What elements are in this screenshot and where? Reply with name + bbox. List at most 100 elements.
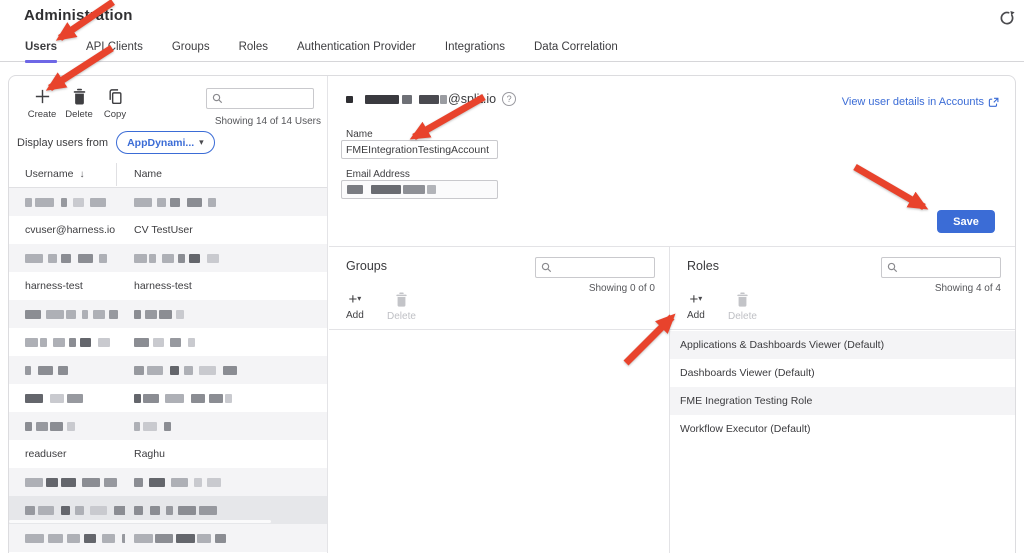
roles-add-button[interactable]: +▾ Add [687, 292, 705, 321]
groups-search[interactable] [535, 257, 655, 278]
view-accounts-link[interactable]: View user details in Accounts [842, 96, 999, 108]
tab-data-correlation[interactable]: Data Correlation [534, 41, 618, 61]
trash-icon [70, 87, 89, 106]
redaction-block [25, 254, 43, 263]
redaction-block [25, 534, 44, 543]
redaction-block [78, 254, 93, 263]
name-cell [134, 384, 319, 412]
delete-user-button[interactable]: Delete [61, 87, 97, 120]
roles-search-input[interactable] [899, 262, 979, 273]
groups-section: Groups Showing 0 of 0 +▾ Add Delet [329, 247, 670, 553]
redaction-block [143, 394, 159, 403]
tab-authentication-provider[interactable]: Authentication Provider [297, 41, 416, 61]
redaction-block [371, 185, 401, 194]
name-input[interactable] [341, 140, 498, 159]
redaction-block [46, 478, 58, 487]
redaction-block [194, 478, 202, 487]
role-list-item[interactable]: Dashboards Viewer (Default) [670, 359, 1015, 387]
redaction-block [122, 534, 125, 543]
save-button[interactable]: Save [937, 210, 995, 233]
redaction-block [75, 506, 84, 515]
users-search[interactable] [206, 88, 314, 109]
horizontal-scrollbar[interactable] [9, 520, 271, 523]
groups-add-button[interactable]: +▾ Add [346, 292, 364, 321]
help-icon[interactable]: ? [502, 92, 516, 106]
users-search-input[interactable] [224, 93, 304, 104]
chevron-down-icon: ▾ [698, 294, 702, 303]
roles-section: Roles Showing 4 of 4 +▾ Add Delete [670, 247, 1015, 553]
search-icon [886, 261, 899, 274]
redaction-block [69, 338, 76, 347]
table-row[interactable] [9, 244, 327, 272]
groups-search-input[interactable] [553, 262, 633, 273]
refresh-icon[interactable] [997, 8, 1017, 28]
users-list: cvuser@harness.ioCV TestUser harness-test… [9, 188, 327, 553]
table-row[interactable]: readuserRaghu [9, 440, 327, 468]
tab-integrations[interactable]: Integrations [445, 41, 505, 61]
column-name[interactable]: Name [134, 161, 162, 187]
table-row[interactable] [9, 412, 327, 440]
table-row[interactable] [9, 188, 327, 216]
table-row[interactable] [9, 468, 327, 496]
redaction-block [153, 338, 164, 347]
redaction-block [134, 506, 143, 515]
redaction-block [67, 394, 83, 403]
redaction-block [48, 534, 63, 543]
email-label: Email Address [346, 169, 410, 180]
table-row[interactable] [9, 384, 327, 412]
table-row[interactable] [9, 524, 327, 552]
table-row[interactable] [9, 356, 327, 384]
username-cell [25, 300, 125, 328]
copy-user-button[interactable]: Copy [97, 87, 133, 120]
redaction-block [165, 394, 184, 403]
roles-delete-button: Delete [728, 291, 757, 322]
redaction-block [73, 198, 84, 207]
redaction-block [25, 366, 31, 375]
table-row[interactable]: cvuser@harness.ioCV TestUser [9, 216, 327, 244]
redaction-block [347, 185, 363, 194]
tab-roles[interactable]: Roles [239, 41, 268, 61]
copy-icon [106, 87, 125, 106]
table-row[interactable] [9, 328, 327, 356]
tab-api-clients[interactable]: API Clients [86, 41, 143, 61]
role-list-item[interactable]: Applications & Dashboards Viewer (Defaul… [670, 331, 1015, 359]
redaction-block [191, 394, 205, 403]
redaction-block [166, 506, 173, 515]
roles-toolbar: Roles Showing 4 of 4 +▾ Add Delete [670, 247, 1015, 330]
username-cell [25, 356, 125, 384]
table-row[interactable]: harness-testharness-test [9, 272, 327, 300]
table-row[interactable] [9, 300, 327, 328]
redaction-block [189, 254, 200, 263]
redaction-block [225, 394, 232, 403]
column-username[interactable]: Username↓ [25, 161, 84, 188]
users-table-header: Username↓ Name [9, 161, 327, 188]
roles-search[interactable] [881, 257, 1001, 278]
username-cell [25, 328, 125, 356]
redaction-block [207, 254, 219, 263]
redaction-block [90, 198, 106, 207]
name-cell [134, 188, 319, 216]
roles-title: Roles [687, 259, 719, 273]
redaction-block [61, 506, 70, 515]
redaction-block [35, 198, 54, 207]
create-user-button[interactable]: Create [24, 87, 60, 120]
tab-groups[interactable]: Groups [172, 41, 210, 61]
role-list-item[interactable]: FME Inegration Testing Role [670, 387, 1015, 415]
redaction-block [134, 310, 141, 319]
column-divider [116, 163, 117, 186]
redaction-block [134, 254, 147, 263]
redaction-block [50, 394, 64, 403]
redaction-block [25, 198, 32, 207]
redaction-block [197, 534, 211, 543]
tab-users[interactable]: Users [25, 41, 57, 61]
email-input[interactable] [341, 180, 498, 199]
role-list-item[interactable]: Workflow Executor (Default) [670, 415, 1015, 443]
username-cell [25, 188, 125, 216]
redaction-block [38, 366, 53, 375]
user-source-dropdown[interactable]: AppDynami... ▾ [116, 131, 215, 154]
plus-icon: +▾ [690, 292, 703, 307]
name-cell [134, 328, 319, 356]
redaction-block [207, 478, 221, 487]
table-row[interactable] [9, 496, 327, 524]
redaction-block [84, 534, 96, 543]
